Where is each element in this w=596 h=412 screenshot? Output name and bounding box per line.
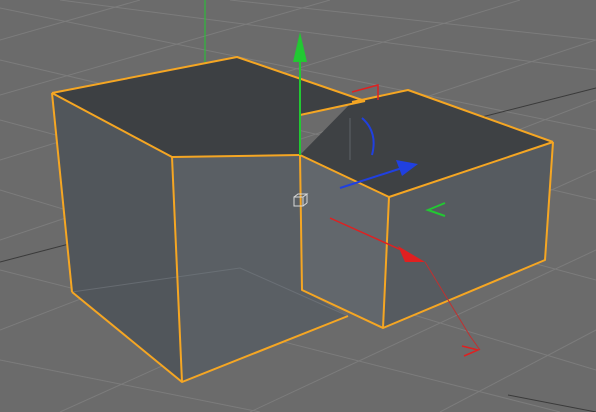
3d-viewport[interactable] xyxy=(0,0,596,412)
viewport-canvas[interactable] xyxy=(0,0,596,412)
